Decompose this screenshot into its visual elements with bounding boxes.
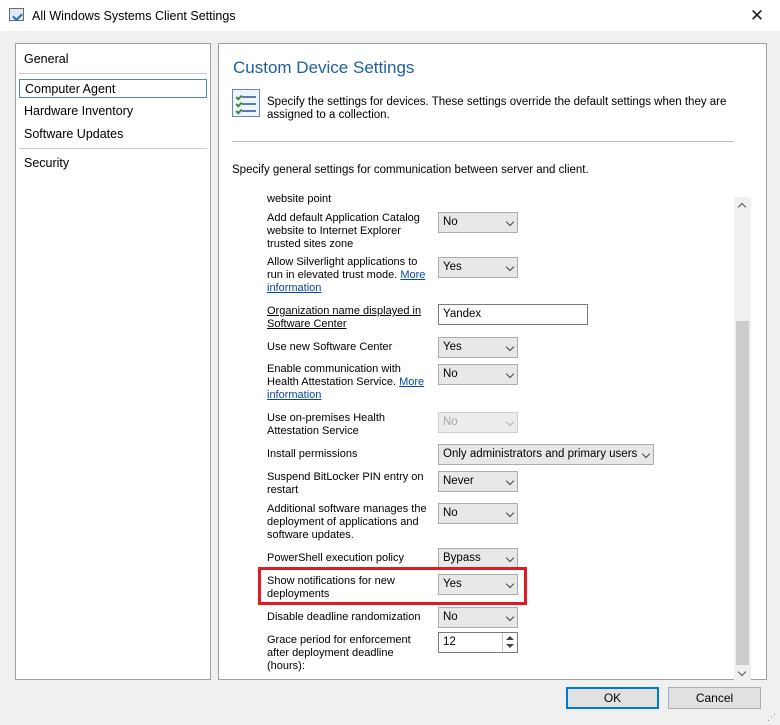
settings-window-icon: [9, 8, 24, 21]
scroll-down-icon[interactable]: [737, 667, 747, 677]
nav-item-security[interactable]: Security: [19, 154, 207, 173]
chevron-down-icon: [505, 612, 515, 622]
org-name-label: Organization name displayed in Software …: [267, 305, 422, 330]
ie-trusted-zone-dropdown[interactable]: No: [438, 212, 518, 233]
title-bar: All Windows Systems Client Settings ✕: [0, 0, 780, 31]
spin-down-icon[interactable]: [506, 644, 514, 648]
powershell-policy-label: PowerShell execution policy: [267, 552, 404, 564]
close-icon[interactable]: ✕: [734, 0, 780, 31]
scroll-up-icon[interactable]: [737, 202, 747, 212]
chevron-down-icon: [505, 508, 515, 518]
health-attestation-dropdown[interactable]: No: [438, 364, 518, 385]
new-software-center-dropdown[interactable]: Yes: [438, 337, 518, 358]
bitlocker-pin-label: Suspend BitLocker PIN entry on restart: [267, 471, 424, 496]
silverlight-dropdown[interactable]: Yes: [438, 257, 518, 278]
vertical-scrollbar[interactable]: [734, 197, 751, 682]
nav-item-hardware-inventory[interactable]: Hardware Inventory: [19, 102, 207, 121]
nav-item-software-updates[interactable]: Software Updates: [19, 125, 207, 144]
divider: [232, 141, 734, 142]
nav-divider: [19, 148, 207, 149]
chevron-down-icon: [505, 217, 515, 227]
ok-button[interactable]: OK: [566, 687, 659, 709]
chevron-down-icon: [505, 417, 515, 427]
page-title: Custom Device Settings: [233, 58, 415, 77]
additional-software-dropdown[interactable]: No: [438, 503, 518, 524]
onprem-health-attestation-label: Use on-premises Health Attestation Servi…: [267, 412, 385, 437]
install-permissions-label: Install permissions: [267, 448, 358, 460]
checklist-icon: [232, 89, 260, 117]
cancel-button[interactable]: Cancel: [668, 687, 761, 709]
chevron-down-icon: [505, 553, 515, 563]
panel-description: Specify the settings for devices. These …: [267, 96, 727, 121]
bitlocker-pin-dropdown[interactable]: Never: [438, 471, 518, 492]
grace-period-stepper[interactable]: 12: [438, 632, 518, 653]
ie-trusted-zone-label: Add default Application Catalog website …: [267, 212, 420, 250]
chevron-down-icon: [505, 342, 515, 352]
chevron-down-icon: [505, 262, 515, 272]
install-permissions-dropdown[interactable]: Only administrators and primary users: [438, 444, 654, 465]
grace-period-label: Grace period for enforcement after deplo…: [267, 634, 411, 672]
navigation-pane: General Computer Agent Hardware Inventor…: [15, 43, 211, 680]
health-attestation-label: Enable communication with Health Attesta…: [267, 363, 425, 401]
new-software-center-label: Use new Software Center: [267, 341, 393, 353]
scrollbar-thumb[interactable]: [736, 321, 749, 665]
highlight-box: [258, 567, 527, 605]
website-point-label: website point: [267, 193, 332, 205]
org-name-input[interactable]: Yandex: [438, 304, 588, 325]
nav-item-general[interactable]: General: [19, 50, 207, 69]
chevron-down-icon: [505, 369, 515, 379]
chevron-down-icon: [641, 449, 651, 459]
powershell-policy-dropdown[interactable]: Bypass: [438, 548, 518, 569]
nav-item-computer-agent[interactable]: Computer Agent: [19, 79, 207, 98]
onprem-health-attestation-dropdown: No: [438, 412, 518, 433]
nav-divider: [19, 73, 207, 74]
spin-up-icon[interactable]: [506, 636, 514, 640]
chevron-down-icon: [505, 476, 515, 486]
deadline-randomization-label: Disable deadline randomization: [267, 611, 421, 623]
deadline-randomization-dropdown[interactable]: No: [438, 607, 518, 628]
resize-grip-icon[interactable]: ⋰: [767, 712, 777, 722]
general-settings-text: Specify general settings for communicati…: [232, 164, 589, 176]
window-title: All Windows Systems Client Settings: [32, 9, 236, 23]
silverlight-label: Allow Silverlight applications to run in…: [267, 256, 426, 294]
additional-software-label: Additional software manages the deployme…: [267, 503, 427, 541]
